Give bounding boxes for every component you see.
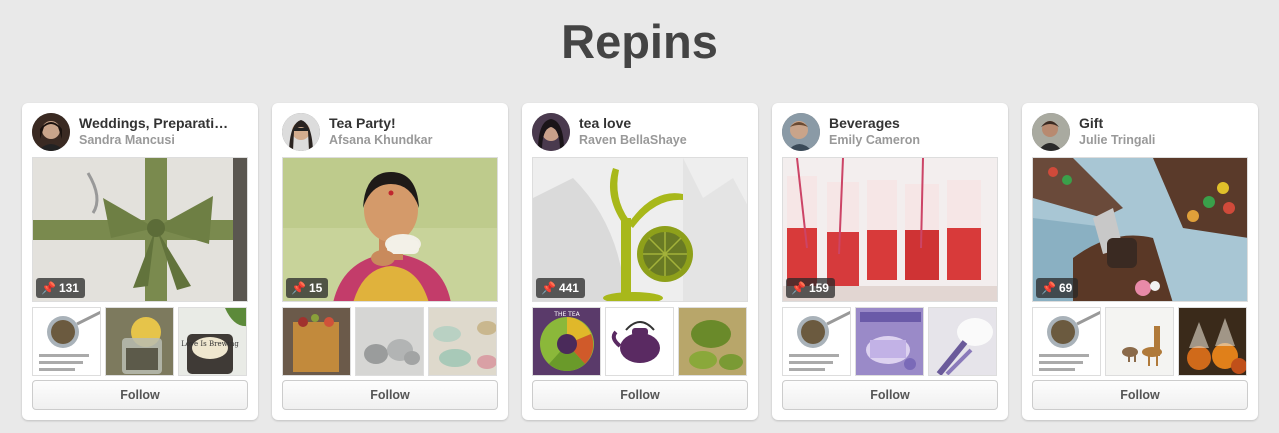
pin-icon: 📌 xyxy=(1041,281,1056,295)
thumb-label-text: Love Is Brewing xyxy=(181,340,239,348)
board-card[interactable]: Weddings, Preparati… Sandra Mancusi 📌 131… xyxy=(22,103,258,420)
board-thumb[interactable] xyxy=(1105,307,1174,376)
board-thumb[interactable] xyxy=(32,307,101,376)
pin-count: 📌 69 xyxy=(1036,278,1079,298)
board-owner[interactable]: Julie Tringali xyxy=(1079,133,1249,147)
board-thumb[interactable] xyxy=(1032,307,1101,376)
board-cover-image[interactable]: 📌 159 xyxy=(782,157,998,302)
board-thumb[interactable] xyxy=(428,307,497,376)
board-thumb[interactable] xyxy=(928,307,997,376)
avatar[interactable] xyxy=(32,113,70,151)
follow-button[interactable]: Follow xyxy=(282,380,498,410)
board-name[interactable]: Weddings, Preparati… xyxy=(79,115,249,131)
pin-icon: 📌 xyxy=(41,281,56,295)
board-thumb[interactable] xyxy=(282,307,351,376)
board-thumb[interactable] xyxy=(105,307,174,376)
board-thumb[interactable] xyxy=(355,307,424,376)
avatar[interactable] xyxy=(1032,113,1070,151)
page-title: Repins xyxy=(561,15,718,68)
board-thumb[interactable] xyxy=(1178,307,1247,376)
board-owner[interactable]: Sandra Mancusi xyxy=(79,133,249,147)
board-card[interactable]: Beverages Emily Cameron 📌 159 Follow xyxy=(772,103,1008,420)
board-card[interactable]: Tea Party! Afsana Khundkar 📌 15 Follow xyxy=(272,103,508,420)
board-thumb[interactable] xyxy=(605,307,674,376)
avatar[interactable] xyxy=(282,113,320,151)
avatar[interactable] xyxy=(782,113,820,151)
pin-icon: 📌 xyxy=(791,281,806,295)
board-card[interactable]: Gift Julie Tringali 📌 69 Follow xyxy=(1022,103,1258,420)
board-card[interactable]: tea love Raven BellaShaye 📌 441 THE TEA F… xyxy=(522,103,758,420)
follow-button[interactable]: Follow xyxy=(782,380,998,410)
board-name[interactable]: Gift xyxy=(1079,115,1249,131)
board-cover-image[interactable]: 📌 131 xyxy=(32,157,248,302)
pin-count: 📌 15 xyxy=(286,278,329,298)
board-thumb[interactable] xyxy=(855,307,924,376)
pin-icon: 📌 xyxy=(291,281,306,295)
pin-count: 📌 131 xyxy=(36,278,85,298)
board-name[interactable]: tea love xyxy=(579,115,749,131)
board-cover-image[interactable]: 📌 69 xyxy=(1032,157,1248,302)
follow-button[interactable]: Follow xyxy=(32,380,248,410)
board-owner[interactable]: Afsana Khundkar xyxy=(329,133,499,147)
pin-icon: 📌 xyxy=(541,281,556,295)
board-thumb[interactable] xyxy=(678,307,747,376)
follow-button[interactable]: Follow xyxy=(1032,380,1248,410)
pin-count: 📌 441 xyxy=(536,278,585,298)
board-name[interactable]: Beverages xyxy=(829,115,999,131)
board-cover-image[interactable]: 📌 441 xyxy=(532,157,748,302)
board-thumb[interactable]: THE TEA xyxy=(532,307,601,376)
pin-count: 📌 159 xyxy=(786,278,835,298)
board-name[interactable]: Tea Party! xyxy=(329,115,499,131)
board-thumb[interactable]: Love Is Brewing xyxy=(178,307,247,376)
board-thumb[interactable] xyxy=(782,307,851,376)
board-cover-image[interactable]: 📌 15 xyxy=(282,157,498,302)
avatar[interactable] xyxy=(532,113,570,151)
follow-button[interactable]: Follow xyxy=(532,380,748,410)
thumb-wheel-text: THE TEA xyxy=(553,311,580,318)
board-owner[interactable]: Emily Cameron xyxy=(829,133,999,147)
board-owner[interactable]: Raven BellaShaye xyxy=(579,133,749,147)
